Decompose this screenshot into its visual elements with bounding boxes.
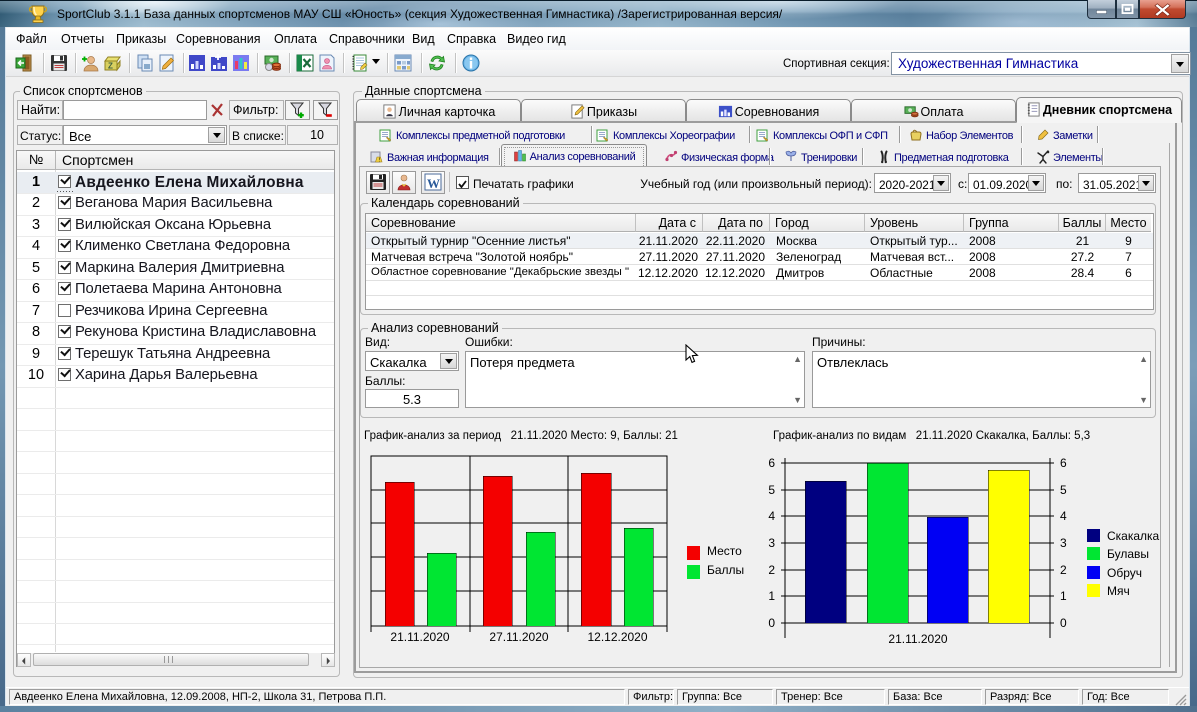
svg-text:Z: Z xyxy=(108,62,113,71)
svg-text:W: W xyxy=(427,176,440,191)
